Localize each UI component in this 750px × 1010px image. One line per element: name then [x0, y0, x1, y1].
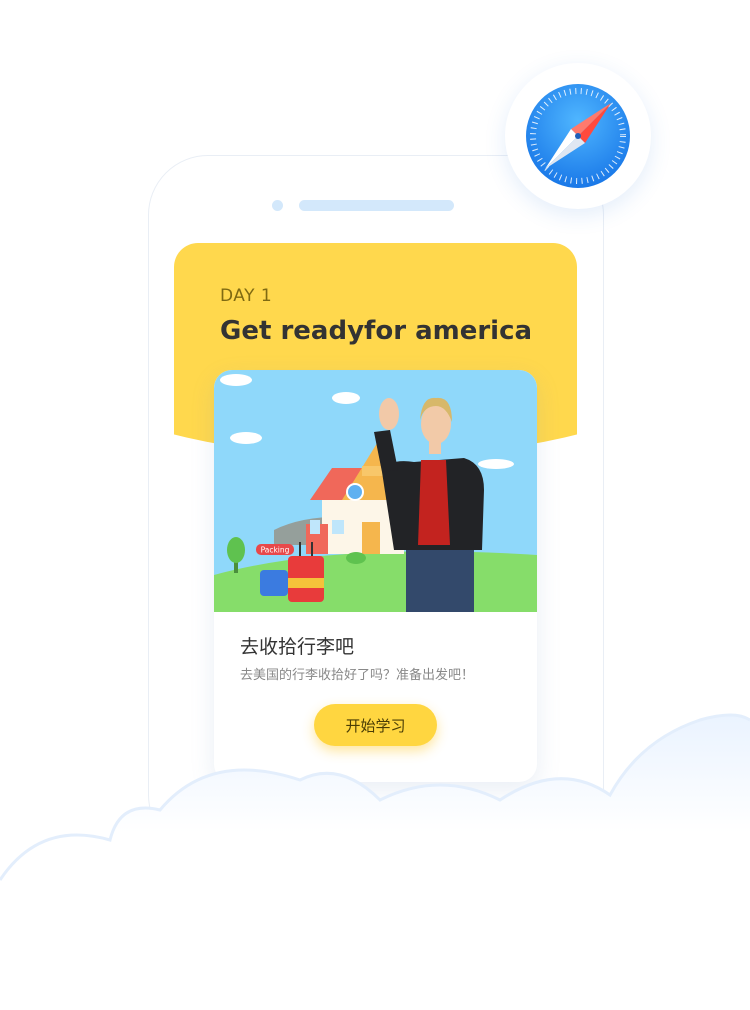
background-clouds — [0, 713, 750, 1010]
lesson-title-english: Get readyfor america — [220, 316, 533, 346]
lesson-description: 去美国的行李收拾好了吗？准备出发吧！ — [240, 668, 475, 683]
speaker-slot — [299, 200, 454, 211]
lesson-title: 去收拾行李吧 — [240, 636, 355, 658]
lesson-illustration: Packing — [214, 370, 537, 612]
safari-badge[interactable] — [505, 63, 651, 209]
day-label: DAY 1 — [220, 286, 273, 306]
packing-sign: Packing — [261, 546, 290, 555]
camera-dot — [272, 200, 283, 211]
safari-icon — [526, 84, 630, 188]
